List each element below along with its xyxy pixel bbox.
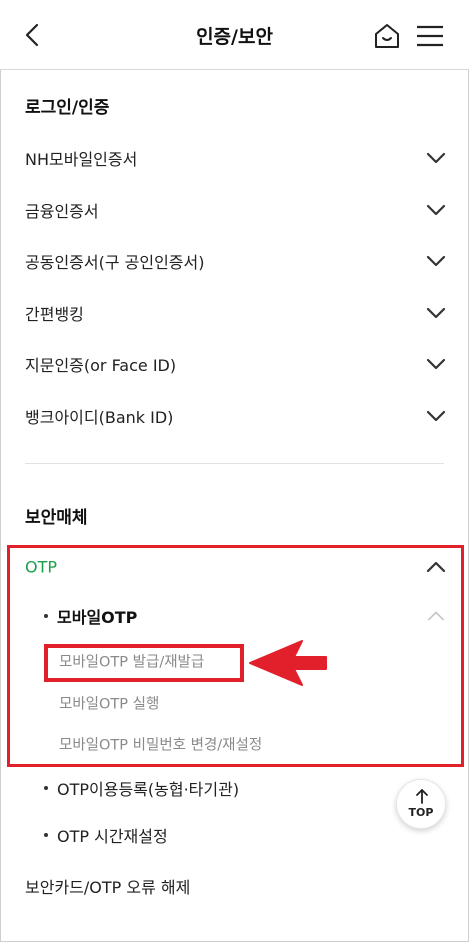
menu-item-nh-mobile-cert[interactable]: NH모바일인증서: [0, 132, 469, 184]
scroll-top-label: TOP: [408, 806, 434, 819]
menu-item-bank-id[interactable]: 뱅크아이디(Bank ID): [0, 390, 469, 442]
issue-highlight-box: [44, 644, 244, 682]
menu-item-easy-banking[interactable]: 간편뱅킹: [0, 287, 469, 339]
menu-item-fingerprint-auth[interactable]: 지문인증(or Face ID): [0, 338, 469, 390]
menu-item-label: OTP: [25, 557, 58, 577]
menu-item-otp[interactable]: OTP: [0, 541, 469, 593]
home-icon: [375, 24, 399, 48]
menu-item-label: NH모바일인증서: [25, 150, 138, 169]
bullet-icon: [44, 786, 48, 790]
menu-item-security-card-reset[interactable]: 보안카드/OTP 오류 해제: [0, 860, 469, 912]
red-arrow-annotation-icon: [249, 640, 327, 686]
menu-item-label: 간편뱅킹: [25, 305, 84, 324]
submenu-item-label: 모바일OTP: [57, 608, 138, 627]
app-header: 인증/보안: [0, 0, 469, 70]
leaf-item-label: 모바일OTP 실행: [59, 696, 160, 713]
menu-item-financial-cert[interactable]: 금융인증서: [0, 184, 469, 236]
chevron-down-icon: [426, 307, 446, 319]
section-title-security-media: 보안매체: [25, 508, 88, 528]
section-divider: [25, 463, 444, 464]
leaf-item-mobile-otp-run[interactable]: 모바일OTP 실행: [0, 686, 469, 720]
scroll-top-button[interactable]: TOP: [396, 779, 446, 829]
chevron-down-icon: [426, 204, 446, 216]
hamburger-menu-icon: [417, 25, 443, 47]
chevron-down-icon: [426, 255, 446, 267]
chevron-up-icon: [426, 561, 446, 573]
leaf-item-mobile-otp-password[interactable]: 모바일OTP 비밀번호 변경/재설정: [0, 727, 469, 761]
menu-item-label: 뱅크아이디(Bank ID): [25, 408, 174, 427]
chevron-up-icon: [427, 611, 445, 621]
submenu-item-mobile-otp[interactable]: 모바일OTP: [0, 596, 469, 636]
menu-button[interactable]: [414, 22, 446, 50]
submenu-item-label: OTP이용등록(농협·타기관): [57, 780, 240, 799]
menu-item-label: 지문인증(or Face ID): [25, 356, 177, 375]
submenu-item-label: OTP 시간재설정: [57, 827, 168, 846]
menu-item-label: 금융인증서: [25, 202, 99, 221]
leaf-item-label: 모바일OTP 비밀번호 변경/재설정: [59, 737, 263, 754]
menu-item-label: 보안카드/OTP 오류 해제: [25, 878, 191, 897]
menu-item-joint-cert[interactable]: 공동인증서(구 공인인증서): [0, 235, 469, 287]
arrow-up-icon: [416, 789, 428, 804]
chevron-down-icon: [426, 152, 446, 164]
menu-item-label: 공동인증서(구 공인인증서): [25, 253, 205, 272]
home-button[interactable]: [371, 20, 403, 52]
bullet-icon: [44, 833, 48, 837]
bullet-icon: [44, 614, 48, 618]
section-title-login: 로그인/인증: [25, 98, 110, 118]
chevron-down-icon: [426, 358, 446, 370]
submenu-item-otp-time-reset[interactable]: OTP 시간재설정: [0, 815, 469, 855]
chevron-down-icon: [426, 410, 446, 422]
